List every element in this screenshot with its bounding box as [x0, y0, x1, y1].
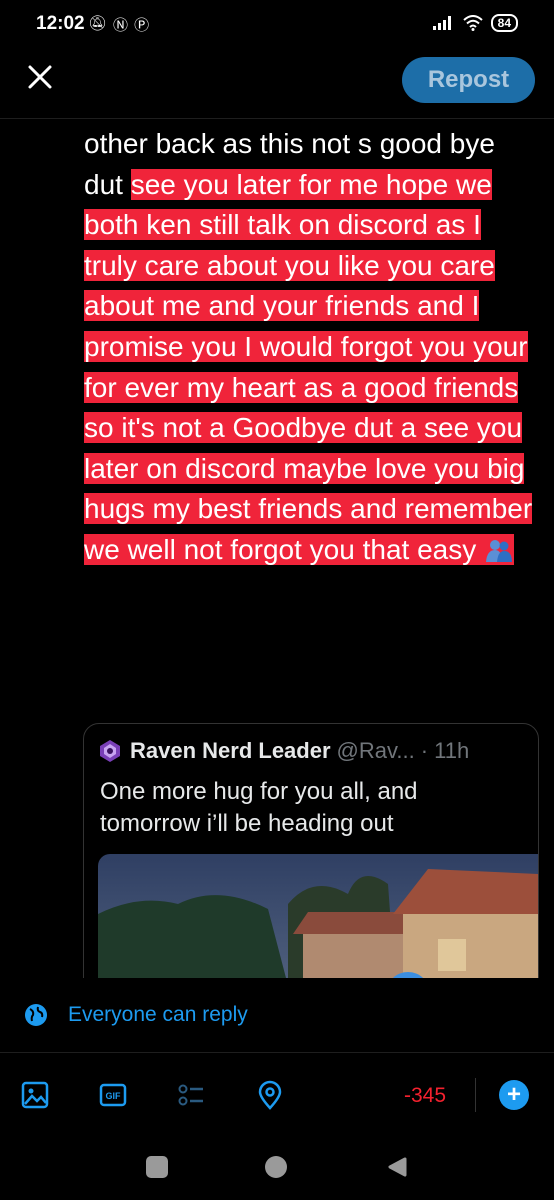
system-nav-bar: [0, 1140, 554, 1200]
wifi-icon: [462, 15, 483, 31]
home-button[interactable]: [265, 1156, 287, 1178]
quoted-post-header: Raven Nerd Leader @Rav... · 11h: [98, 738, 469, 764]
quoted-post-text: One more hug for you all, and tomorrow i…: [100, 778, 418, 837]
back-icon[interactable]: [386, 1156, 408, 1178]
status-right-icons: 84: [432, 14, 518, 32]
close-icon[interactable]: [24, 61, 56, 93]
reply-setting[interactable]: Everyone can reply: [24, 1003, 248, 1027]
recents-button[interactable]: [146, 1156, 168, 1178]
status-notification-icons: 🔕︎ Ⓝ Ⓟ: [88, 14, 149, 35]
people-hugging-icon: [486, 539, 512, 562]
compose-text[interactable]: other back as this not s good bye dut se…: [84, 124, 534, 571]
quoted-post-time: · 11h: [420, 738, 470, 763]
poll-icon[interactable]: [176, 1080, 206, 1110]
toolbar-divider: [475, 1078, 476, 1112]
character-counter: -345: [404, 1084, 447, 1107]
status-bar: 12:02 🔕︎ Ⓝ Ⓟ 84: [0, 0, 554, 50]
nfc-icon: Ⓝ: [113, 17, 129, 34]
battery-indicator: 84: [490, 14, 518, 32]
avatar: [100, 740, 120, 762]
header-divider: [0, 118, 554, 119]
svg-text:GIF: GIF: [106, 1091, 122, 1101]
compose-header: Repost: [0, 55, 554, 105]
status-time: 12:02: [36, 13, 85, 34]
gif-icon[interactable]: GIF: [98, 1080, 128, 1110]
bell-muted-icon: 🔕︎: [88, 15, 108, 32]
pinterest-icon: Ⓟ: [134, 17, 150, 34]
add-post-button[interactable]: +: [499, 1080, 529, 1110]
compose-text-highlighted-content: see you later for me hope we both ken st…: [84, 168, 533, 565]
signal-icon: [432, 16, 451, 30]
location-pin-icon[interactable]: [255, 1080, 285, 1110]
quoted-author-handle: @Rav...: [336, 738, 415, 763]
quoted-author-name: Raven Nerd Leader: [130, 738, 331, 763]
compose-text-highlighted: see you later for me hope we both ken st…: [84, 168, 533, 565]
reply-setting-label: Everyone can reply: [68, 1003, 248, 1026]
image-icon[interactable]: [20, 1080, 50, 1110]
repost-button[interactable]: Repost: [402, 57, 535, 103]
footer-divider: [0, 1052, 554, 1053]
globe-icon: [25, 1004, 47, 1026]
